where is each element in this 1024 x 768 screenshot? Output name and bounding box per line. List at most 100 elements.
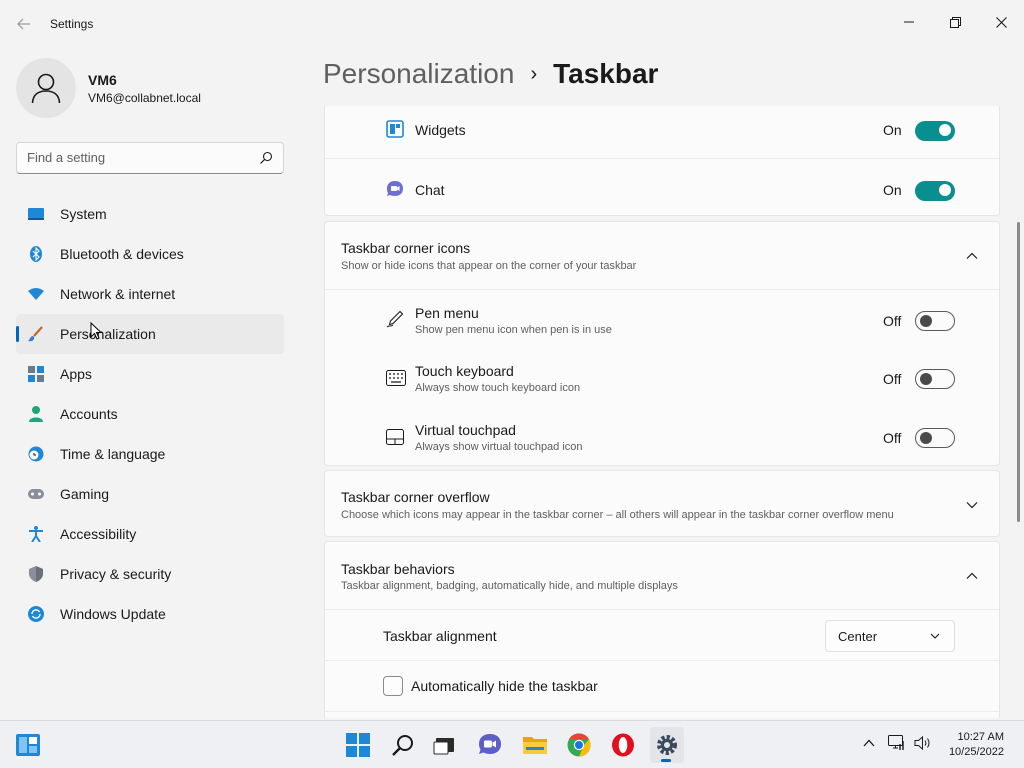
pen-menu-toggle[interactable] xyxy=(915,311,955,331)
behaviors-header[interactable]: Taskbar behaviors Taskbar alignment, bad… xyxy=(325,542,999,609)
touch-keyboard-toggle[interactable] xyxy=(915,369,955,389)
sidebar-item-label: Personalization xyxy=(60,326,156,342)
chevron-up-icon[interactable] xyxy=(862,736,876,750)
sidebar-item-label: Privacy & security xyxy=(60,566,172,582)
apps-icon xyxy=(28,366,44,382)
accessibility-icon xyxy=(28,526,44,542)
mouse-cursor-icon xyxy=(90,322,102,340)
pen-menu-description: Show pen menu icon when pen is in use xyxy=(415,324,612,336)
chevron-up-icon[interactable] xyxy=(965,569,979,583)
user-icon xyxy=(31,73,61,104)
widgets-icon xyxy=(16,734,40,756)
chevron-down-icon[interactable] xyxy=(965,498,979,512)
clock-time: 10:27 AM xyxy=(957,731,1004,743)
clock-date: 10/25/2022 xyxy=(948,746,1004,758)
autohide-checkbox[interactable] xyxy=(383,676,403,696)
sidebar-item-personalization[interactable]: Personalization xyxy=(16,314,284,354)
sidebar-item-label: Bluetooth & devices xyxy=(60,246,184,262)
toggle-knob xyxy=(939,124,951,136)
sidebar-item-privacy[interactable]: Privacy & security xyxy=(16,554,284,594)
breadcrumb: Personalization › Taskbar xyxy=(323,58,658,90)
sidebar-item-network[interactable]: Network & internet xyxy=(16,274,284,314)
toggle-knob xyxy=(939,184,951,196)
back-button[interactable] xyxy=(12,12,36,36)
taskbar-clock[interactable]: 10:27 AM 10/25/2022 xyxy=(928,730,1004,760)
widgets-state: On xyxy=(883,122,902,138)
touch-keyboard-label: Touch keyboard xyxy=(415,363,514,379)
sidebar-item-apps[interactable]: Apps xyxy=(16,354,284,394)
avatar xyxy=(16,58,76,118)
page-title: Taskbar xyxy=(553,58,659,89)
sidebar-item-label: Gaming xyxy=(60,486,110,502)
corner-overflow-card[interactable]: Taskbar corner overflow Choose which ico… xyxy=(324,470,1000,537)
back-arrow-icon xyxy=(17,18,30,30)
widgets-row: Widgets On xyxy=(325,106,999,158)
sidebar-item-windows-update[interactable]: Windows Update xyxy=(16,594,284,634)
search-taskbar-button[interactable] xyxy=(387,729,419,761)
content-scrollbar[interactable] xyxy=(1017,222,1020,522)
restore-icon xyxy=(949,16,961,28)
minimize-button[interactable] xyxy=(886,6,932,38)
sidebar-item-system[interactable]: System xyxy=(16,194,284,234)
sidebar-item-accounts[interactable]: Accounts xyxy=(16,394,284,434)
corner-icons-card: Taskbar corner icons Show or hide icons … xyxy=(324,221,1000,466)
pen-menu-label: Pen menu xyxy=(415,305,479,321)
minimize-icon xyxy=(904,21,914,23)
alignment-row: Taskbar alignment Center xyxy=(325,609,999,660)
alignment-dropdown[interactable]: Center xyxy=(825,620,955,652)
sidebar-item-time-language[interactable]: Time & language xyxy=(16,434,284,474)
widgets-toggle[interactable] xyxy=(915,121,955,141)
autohide-label[interactable]: Automatically hide the taskbar xyxy=(411,678,598,694)
search-input[interactable]: Find a setting xyxy=(27,150,105,165)
pen-icon xyxy=(386,310,404,328)
network-icon[interactable] xyxy=(888,735,906,751)
behaviors-card: Taskbar behaviors Taskbar alignment, bad… xyxy=(324,541,1000,718)
start-button[interactable] xyxy=(342,729,374,761)
breadcrumb-parent[interactable]: Personalization xyxy=(323,58,514,90)
wifi-icon xyxy=(28,286,44,302)
touchpad-icon xyxy=(386,429,404,445)
task-view-icon xyxy=(433,738,454,755)
corner-icons-header[interactable]: Taskbar corner icons Show or hide icons … xyxy=(325,222,999,289)
section-subtitle: Show or hide icons that appear on the co… xyxy=(341,260,637,272)
chat-label: Chat xyxy=(415,182,445,198)
maximize-button[interactable] xyxy=(932,6,978,38)
toggle-knob xyxy=(920,373,932,385)
chrome-button[interactable] xyxy=(563,729,595,761)
settings-taskbar-button[interactable] xyxy=(650,727,684,763)
widgets-label: Widgets xyxy=(415,122,466,138)
settings-content: Widgets On Chat On Taskbar corner icons … xyxy=(324,106,1000,718)
windows-taskbar: 10:27 AM 10/25/2022 xyxy=(0,720,1024,768)
brush-icon xyxy=(28,326,44,342)
sidebar-item-accessibility[interactable]: Accessibility xyxy=(16,514,284,554)
title-bar: Settings xyxy=(0,0,1024,48)
opera-button[interactable] xyxy=(607,729,639,761)
toggle-knob xyxy=(920,432,932,444)
close-button[interactable] xyxy=(978,6,1024,38)
bluetooth-icon xyxy=(28,246,44,262)
gamepad-icon xyxy=(28,486,44,502)
touch-keyboard-description: Always show touch keyboard icon xyxy=(415,382,581,394)
virtual-touchpad-description: Always show virtual touchpad icon xyxy=(415,441,583,453)
windows-logo-icon xyxy=(346,733,370,757)
toggle-knob xyxy=(920,315,932,327)
clock-globe-icon xyxy=(28,446,44,462)
task-view-button[interactable] xyxy=(429,729,461,761)
close-icon xyxy=(995,16,1007,28)
search-box[interactable]: Find a setting xyxy=(16,142,284,174)
section-subtitle: Taskbar alignment, badging, automaticall… xyxy=(341,580,678,592)
teams-chat-button[interactable] xyxy=(474,729,506,761)
widgets-taskbar-button[interactable] xyxy=(12,729,44,761)
profile-name: VM6 xyxy=(88,71,117,88)
sidebar-item-gaming[interactable]: Gaming xyxy=(16,474,284,514)
section-title: Taskbar behaviors xyxy=(341,561,455,577)
taskbar-items-card: Widgets On Chat On xyxy=(324,106,1000,216)
alignment-label: Taskbar alignment xyxy=(383,628,497,644)
chevron-up-icon[interactable] xyxy=(965,249,979,263)
sidebar-item-bluetooth[interactable]: Bluetooth & devices xyxy=(16,234,284,274)
user-profile[interactable]: VM6 VM6@collabnet.local xyxy=(16,58,201,118)
virtual-touchpad-toggle[interactable] xyxy=(915,428,955,448)
chat-toggle[interactable] xyxy=(915,181,955,201)
file-explorer-button[interactable] xyxy=(519,729,551,761)
chevron-down-icon xyxy=(930,633,940,639)
